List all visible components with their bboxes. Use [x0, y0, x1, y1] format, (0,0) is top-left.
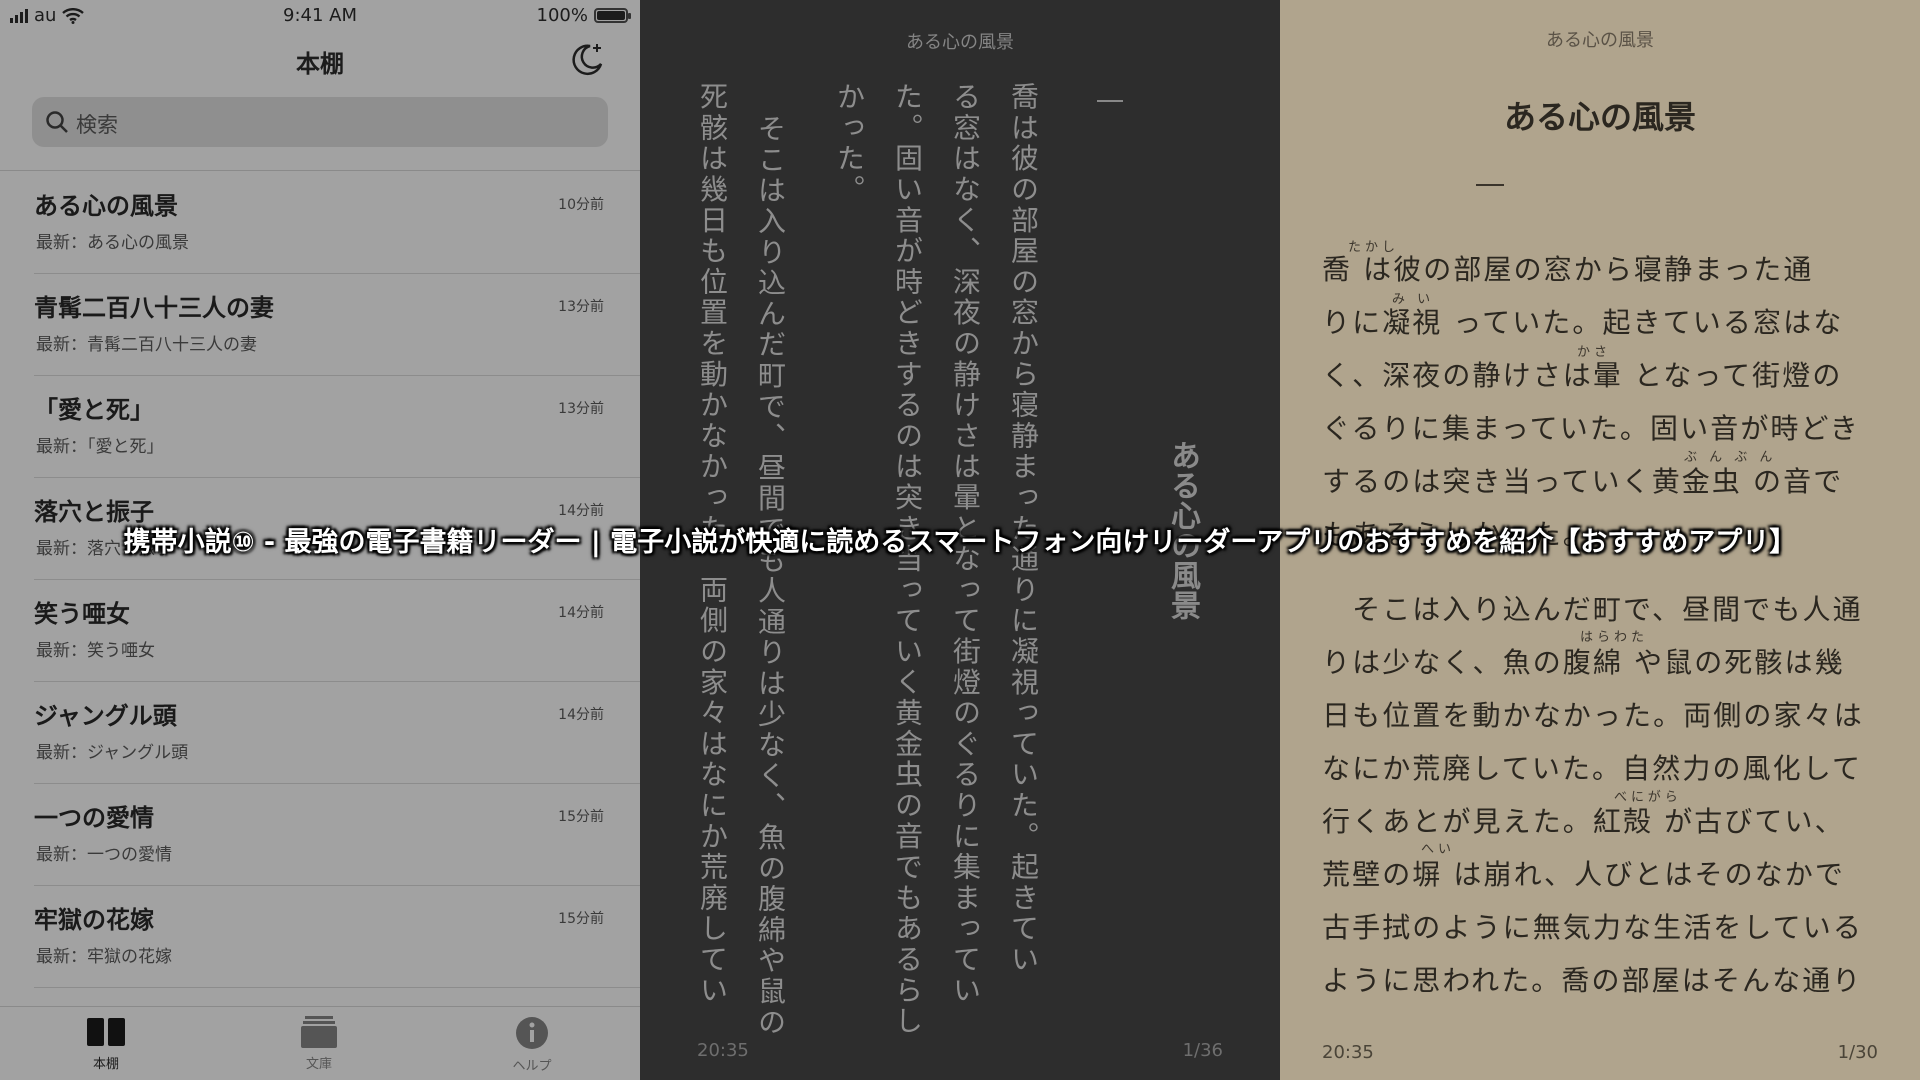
- book-latest: 最新：牢獄の花嫁: [36, 947, 172, 967]
- book-latest: 最新：ある心の風景: [36, 233, 189, 253]
- book-title: 牢獄の花嫁: [34, 906, 154, 934]
- text-line: ぐるりに集まっていた。固い音が時どき: [1322, 412, 1860, 445]
- page-indicator: 1/30: [1837, 1042, 1878, 1063]
- book-title: 「愛と死」: [34, 396, 154, 424]
- divider: [0, 170, 640, 171]
- status-bar: au 9:41 AM 100%: [0, 0, 640, 30]
- text-line: く、深夜の静けさは暈 となって街燈の: [1322, 359, 1843, 392]
- text-column: た。固い音が時どきするのは突き当っていく黄金虫の音でもあるらし: [891, 82, 924, 1037]
- book-latest: 最新：ジャングル頭: [36, 743, 189, 763]
- text-line: 日も位置を動かなかった。両側の家々は: [1322, 699, 1864, 732]
- library-icon: [301, 1016, 337, 1048]
- battery-percent: 100%: [536, 5, 588, 26]
- tab-library[interactable]: 文庫: [259, 1015, 379, 1072]
- book-updated-time: 15分前: [558, 911, 604, 927]
- book-item[interactable]: 青髯二百八十三人の妻 13分前最新：青髯二百八十三人の妻: [0, 274, 640, 376]
- book-item[interactable]: 一つの愛情 15分前最新：一つの愛情: [0, 784, 640, 886]
- battery-icon: [594, 8, 631, 23]
- book-item[interactable]: 笑う唖女 14分前最新：笑う唖女: [0, 580, 640, 682]
- text-line: ように思われた。喬の部屋はそんな通り: [1322, 964, 1863, 997]
- reader-clock: 20:35: [697, 1040, 749, 1061]
- book-item[interactable]: ジャングル頭 14分前最新：ジャングル頭: [0, 682, 640, 784]
- text-line: りに凝視 っていた。起きている窓はな: [1322, 306, 1844, 339]
- book-updated-time: 13分前: [558, 299, 604, 315]
- chapter-mark: [1476, 184, 1504, 186]
- reader-header: ある心の風景: [1546, 30, 1654, 51]
- reader-clock: 20:35: [1322, 1042, 1374, 1063]
- book-updated-time: 10分前: [558, 197, 604, 213]
- tab-bookshelf[interactable]: 本棚: [46, 1015, 166, 1072]
- book-latest: 最新：笑う唖女: [36, 641, 155, 661]
- book-title: 青髯二百八十三人の妻: [34, 294, 274, 322]
- overlay-caption: 携帯小説⑩ - 最強の電子書籍リーダー | 電子小説が快適に読めるスマートフォン…: [123, 527, 1797, 558]
- book-updated-time: 14分前: [558, 707, 604, 723]
- page-indicator: 1/36: [1182, 1040, 1223, 1061]
- text-line: 荒壁の塀 は崩れ、人びとはそのなかで: [1322, 858, 1845, 891]
- book-title: 笑う唖女: [34, 600, 130, 628]
- tab-bar: 本棚 文庫 ヘルプ: [0, 1006, 640, 1080]
- tab-help[interactable]: ヘルプ: [472, 1015, 592, 1074]
- text-line: 古手拭のように無気力な生活をしている: [1322, 911, 1863, 944]
- search-icon: [46, 111, 68, 133]
- text-line: するのは突き当っていく黄金虫 の音で: [1322, 465, 1844, 498]
- text-line: そこは入り込んだ町で、昼間でも人通: [1322, 593, 1863, 626]
- book-title: ジャングル頭: [34, 702, 177, 730]
- tab-label: ヘルプ: [512, 1059, 552, 1074]
- book-title: 一つの愛情: [34, 804, 154, 832]
- chapter-title: ある心の風景: [1503, 98, 1696, 136]
- text-column: かった。: [833, 82, 866, 206]
- chapter-mark: [1097, 100, 1123, 102]
- text-line: 行くあとが見えた。紅殻 が古びてい、: [1322, 805, 1845, 838]
- book-title: ある心の風景: [34, 192, 178, 220]
- text-line: なにか荒廃していた。自然力の風化して: [1322, 752, 1863, 785]
- info-icon: [516, 1017, 548, 1049]
- tab-label: 本棚: [92, 1057, 119, 1072]
- reader-header: ある心の風景: [906, 32, 1014, 53]
- night-mode-icon[interactable]: [568, 40, 606, 78]
- page-title: 本棚: [296, 50, 344, 78]
- search-placeholder: 検索: [76, 113, 118, 137]
- book-updated-time: 13分前: [558, 401, 604, 417]
- search-input[interactable]: 検索: [32, 97, 608, 147]
- book-latest: 最新：青髯二百八十三人の妻: [36, 335, 257, 355]
- book-updated-time: 15分前: [558, 809, 604, 825]
- book-latest: 最新：「愛と死」: [36, 437, 164, 457]
- text-line: りは少なく、魚の腹綿 や鼠の死骸は幾: [1322, 646, 1845, 679]
- book-updated-time: 14分前: [558, 503, 604, 519]
- book-item[interactable]: 牢獄の花嫁 15分前最新：牢獄の花嫁: [0, 886, 640, 988]
- book-updated-time: 14分前: [558, 605, 604, 621]
- book-item[interactable]: ある心の風景 10分前最新：ある心の風景: [0, 172, 640, 274]
- text-line: 喬 は彼の部屋の窓から寝静まった通: [1322, 253, 1814, 286]
- tab-label: 文庫: [305, 1057, 332, 1072]
- book-latest: 最新：一つの愛情: [36, 845, 172, 865]
- text-column: そこは入り込んだ町で、昼間でも人通りは少なく、魚の腹綿や鼠の: [754, 114, 787, 1038]
- book-icon: [87, 1018, 125, 1046]
- book-item[interactable]: 「愛と死」 13分前最新：「愛と死」: [0, 376, 640, 478]
